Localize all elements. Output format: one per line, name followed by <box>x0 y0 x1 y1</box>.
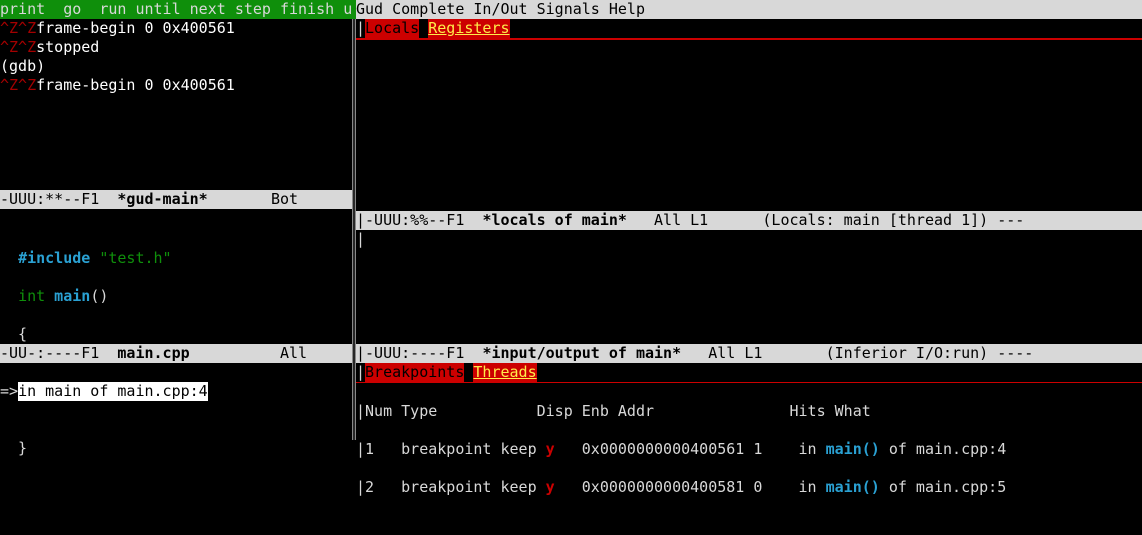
modeline-source: -UU-:----F1 main.cpp All <box>0 344 352 363</box>
current-frame-arrow-icon: => <box>0 382 18 400</box>
menu-complete[interactable]: Complete <box>392 0 464 18</box>
modeline-locals: |-UUU:%%--F1 *locals of main* All L1 (Lo… <box>356 211 1142 230</box>
bp-row[interactable]: |2 breakpoint keep y 0x0000000000400581 … <box>356 478 1142 497</box>
gdb-prompt[interactable]: (gdb) <box>0 57 352 76</box>
tab-registers[interactable]: Registers <box>428 19 509 38</box>
gdb-line: ^Z^Zframe-begin 0 0x400561 <box>0 76 352 95</box>
breakpoints-pane[interactable]: |Num Type Disp Enb Addr Hits What |1 bre… <box>356 383 1142 440</box>
menu-step[interactable]: step <box>235 0 271 18</box>
menu-gud[interactable]: Gud <box>356 0 383 18</box>
tab-locals[interactable]: Locals <box>365 19 419 38</box>
menu-finish[interactable]: finish <box>280 0 334 18</box>
menu-run[interactable]: run <box>99 0 126 18</box>
src-line: { <box>0 325 352 344</box>
menu-go[interactable]: go <box>63 0 81 18</box>
tab-breakpoints[interactable]: Breakpoints <box>365 363 464 382</box>
src-line: int main() <box>0 287 352 306</box>
menu-until[interactable]: until <box>135 0 180 18</box>
src-line: } <box>0 439 352 458</box>
modeline-io: |-UUU:----F1 *input/output of main* All … <box>356 344 1142 363</box>
source-pane[interactable]: #include "test.h" int main() { B => prin… <box>0 230 352 344</box>
menubar-gdb-toolbar: print go run until next step finish up d… <box>0 0 352 19</box>
locals-tabs: |Locals Registers <box>356 19 1142 38</box>
menu-help[interactable]: Help <box>609 0 645 18</box>
breakpoints-tabs: |Breakpoints Threads <box>356 363 1142 382</box>
menubar-main: Gud Complete In/Out Signals Help <box>356 0 1142 19</box>
src-line: #include "test.h" <box>0 249 352 268</box>
menu-inout[interactable]: In/Out <box>473 0 527 18</box>
menu-signals[interactable]: Signals <box>537 0 600 18</box>
stack-frame[interactable]: =>in main of main.cpp:4 <box>0 382 352 401</box>
modeline-gud: -UUU:**--F1 *gud-main* Bot <box>0 190 352 209</box>
menubar: print go run until next step finish up d… <box>0 0 1142 19</box>
bp-header: |Num Type Disp Enb Addr Hits What <box>356 402 1142 421</box>
bp-row[interactable]: |1 breakpoint keep y 0x0000000000400561 … <box>356 440 1142 459</box>
stack-pane[interactable]: =>in main of main.cpp:4 <box>0 363 352 439</box>
io-pane[interactable]: | <box>356 230 1142 344</box>
tab-threads[interactable]: Threads <box>473 363 536 382</box>
menu-next[interactable]: next <box>190 0 226 18</box>
gdb-console[interactable]: ^Z^Zframe-begin 0 0x400561 ^Z^Zstopped (… <box>0 19 352 190</box>
locals-pane[interactable] <box>356 39 1142 211</box>
gdb-line: ^Z^Zstopped <box>0 38 352 57</box>
menu-print[interactable]: print <box>0 0 45 18</box>
gdb-line: ^Z^Zframe-begin 0 0x400561 <box>0 19 352 38</box>
